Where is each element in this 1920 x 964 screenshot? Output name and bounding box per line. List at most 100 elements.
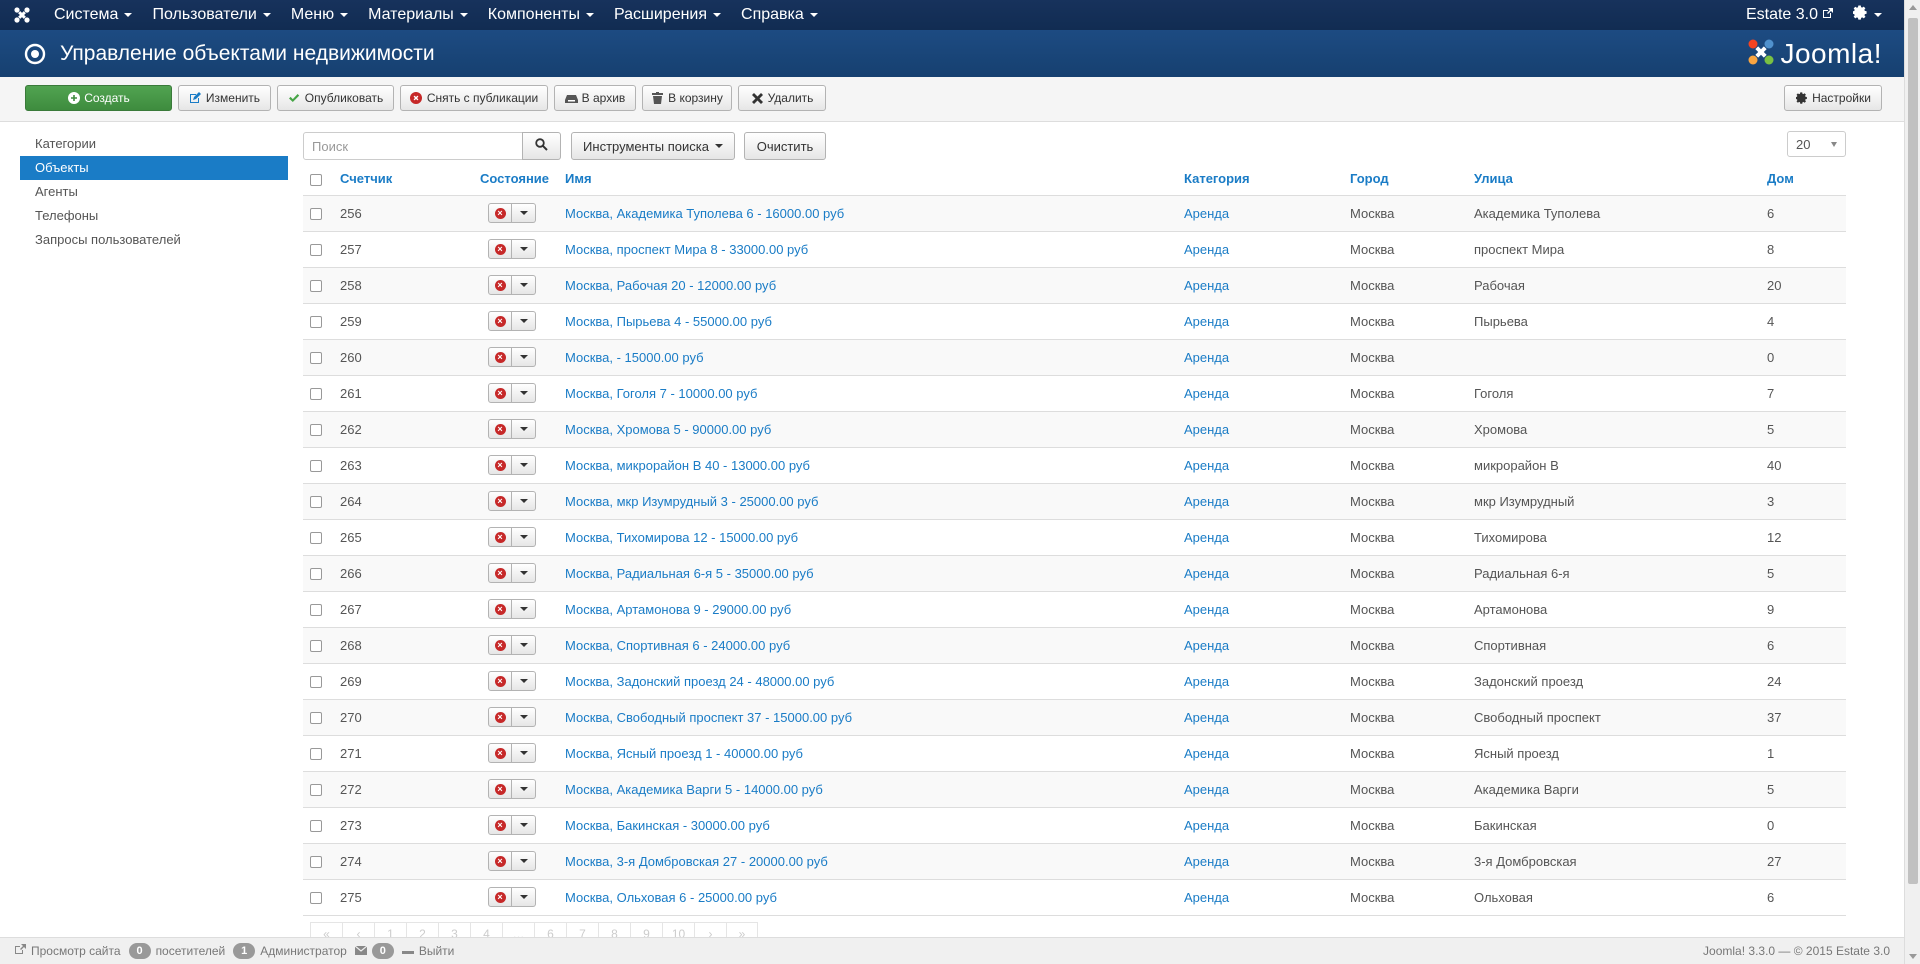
row-category-link[interactable]: Аренда <box>1184 746 1229 761</box>
row-checkbox[interactable] <box>310 280 322 293</box>
row-checkbox[interactable] <box>310 532 322 545</box>
row-category-link[interactable]: Аренда <box>1184 386 1229 401</box>
state-dropdown-button[interactable] <box>512 203 536 223</box>
unpublished-toggle-button[interactable]: × <box>488 563 512 583</box>
row-category-link[interactable]: Аренда <box>1184 818 1229 833</box>
messages-indicator[interactable]: 0 <box>354 943 394 959</box>
unpublished-toggle-button[interactable]: × <box>488 851 512 871</box>
trash-button[interactable]: В корзину <box>642 85 732 111</box>
delete-button[interactable]: Удалить <box>738 85 826 111</box>
column-header-category[interactable]: Категория <box>1184 163 1350 196</box>
nav-menu-item[interactable]: Материалы <box>358 0 478 30</box>
scroll-up-arrow-icon[interactable] <box>1909 5 1917 10</box>
state-dropdown-button[interactable] <box>512 419 536 439</box>
user-settings-button[interactable] <box>1843 0 1904 30</box>
row-name-link[interactable]: Москва, Свободный проспект 37 - 15000.00… <box>565 710 852 725</box>
row-checkbox[interactable] <box>310 640 322 653</box>
state-dropdown-button[interactable] <box>512 887 536 907</box>
row-category-link[interactable]: Аренда <box>1184 602 1229 617</box>
row-name-link[interactable]: Москва, проспект Мира 8 - 33000.00 руб <box>565 242 808 257</box>
column-header-street[interactable]: Улица <box>1474 163 1767 196</box>
row-name-link[interactable]: Москва, Артамонова 9 - 29000.00 руб <box>565 602 791 617</box>
row-category-link[interactable]: Аренда <box>1184 206 1229 221</box>
state-dropdown-button[interactable] <box>512 815 536 835</box>
row-checkbox[interactable] <box>310 676 322 689</box>
state-dropdown-button[interactable] <box>512 743 536 763</box>
state-dropdown-button[interactable] <box>512 527 536 547</box>
row-name-link[interactable]: Москва, Хромова 5 - 90000.00 руб <box>565 422 771 437</box>
state-dropdown-button[interactable] <box>512 239 536 259</box>
row-checkbox[interactable] <box>310 244 322 257</box>
search-input[interactable] <box>303 132 523 160</box>
row-name-link[interactable]: Москва, Ольховая 6 - 25000.00 руб <box>565 890 777 905</box>
scroll-down-arrow-icon[interactable] <box>1909 954 1917 959</box>
unpublished-toggle-button[interactable]: × <box>488 527 512 547</box>
unpublished-toggle-button[interactable]: × <box>488 419 512 439</box>
row-name-link[interactable]: Москва, Ясный проезд 1 - 40000.00 руб <box>565 746 803 761</box>
sidebar-item[interactable]: Объекты <box>20 156 288 180</box>
unpublished-toggle-button[interactable]: × <box>488 491 512 511</box>
row-category-link[interactable]: Аренда <box>1184 458 1229 473</box>
sidebar-item[interactable]: Агенты <box>20 180 288 204</box>
state-dropdown-button[interactable] <box>512 563 536 583</box>
nav-menu-item[interactable]: Меню <box>281 0 358 30</box>
state-dropdown-button[interactable] <box>512 383 536 403</box>
unpublished-toggle-button[interactable]: × <box>488 203 512 223</box>
sidebar-item[interactable]: Категории <box>20 132 288 156</box>
state-dropdown-button[interactable] <box>512 491 536 511</box>
row-name-link[interactable]: Москва, Спортивная 6 - 24000.00 руб <box>565 638 790 653</box>
row-checkbox[interactable] <box>310 820 322 833</box>
row-category-link[interactable]: Аренда <box>1184 530 1229 545</box>
column-header-house[interactable]: Дом <box>1767 163 1846 196</box>
publish-button[interactable]: Опубликовать <box>277 85 394 111</box>
site-link[interactable]: Estate 3.0 <box>1736 0 1843 30</box>
row-name-link[interactable]: Москва, - 15000.00 руб <box>565 350 704 365</box>
row-category-link[interactable]: Аренда <box>1184 638 1229 653</box>
search-tools-button[interactable]: Инструменты поиска <box>571 132 735 160</box>
row-checkbox[interactable] <box>310 424 322 437</box>
row-category-link[interactable]: Аренда <box>1184 314 1229 329</box>
logout-link[interactable]: Выйти <box>401 944 454 958</box>
edit-button[interactable]: Изменить <box>178 85 271 111</box>
state-dropdown-button[interactable] <box>512 275 536 295</box>
nav-menu-item[interactable]: Компоненты <box>478 0 604 30</box>
unpublished-toggle-button[interactable]: × <box>488 599 512 619</box>
options-button[interactable]: Настройки <box>1784 85 1882 111</box>
row-name-link[interactable]: Москва, Задонский проезд 24 - 48000.00 р… <box>565 674 834 689</box>
row-name-link[interactable]: Москва, Рабочая 20 - 12000.00 руб <box>565 278 776 293</box>
nav-menu-item[interactable]: Система <box>44 0 142 30</box>
row-checkbox[interactable] <box>310 604 322 617</box>
row-checkbox[interactable] <box>310 316 322 329</box>
nav-menu-item[interactable]: Расширения <box>604 0 731 30</box>
sidebar-item[interactable]: Запросы пользователей <box>20 228 288 252</box>
unpublish-button[interactable]: Снять с публикации <box>400 85 548 111</box>
scrollbar-thumb[interactable] <box>1908 18 1918 884</box>
row-name-link[interactable]: Москва, Тихомирова 12 - 15000.00 руб <box>565 530 798 545</box>
state-dropdown-button[interactable] <box>512 455 536 475</box>
unpublished-toggle-button[interactable]: × <box>488 275 512 295</box>
select-all-checkbox[interactable] <box>310 173 322 186</box>
row-checkbox[interactable] <box>310 712 322 725</box>
state-dropdown-button[interactable] <box>512 779 536 799</box>
row-checkbox[interactable] <box>310 568 322 581</box>
row-category-link[interactable]: Аренда <box>1184 278 1229 293</box>
state-dropdown-button[interactable] <box>512 671 536 691</box>
row-category-link[interactable]: Аренда <box>1184 350 1229 365</box>
list-limit-select[interactable]: 20 <box>1787 131 1846 157</box>
archive-button[interactable]: В архив <box>554 85 636 111</box>
joomla-logo-icon[interactable] <box>0 0 44 30</box>
state-dropdown-button[interactable] <box>512 347 536 367</box>
nav-menu-item[interactable]: Справка <box>731 0 828 30</box>
clear-button[interactable]: Очистить <box>744 132 826 160</box>
column-header-id[interactable]: Счетчик <box>340 163 480 196</box>
unpublished-toggle-button[interactable]: × <box>488 383 512 403</box>
row-category-link[interactable]: Аренда <box>1184 854 1229 869</box>
unpublished-toggle-button[interactable]: × <box>488 779 512 799</box>
view-site-link[interactable]: Просмотр сайта <box>14 944 121 958</box>
row-name-link[interactable]: Москва, Гоголя 7 - 10000.00 руб <box>565 386 757 401</box>
row-checkbox[interactable] <box>310 388 322 401</box>
row-checkbox[interactable] <box>310 352 322 365</box>
row-name-link[interactable]: Москва, Академика Варги 5 - 14000.00 руб <box>565 782 823 797</box>
state-dropdown-button[interactable] <box>512 599 536 619</box>
unpublished-toggle-button[interactable]: × <box>488 887 512 907</box>
